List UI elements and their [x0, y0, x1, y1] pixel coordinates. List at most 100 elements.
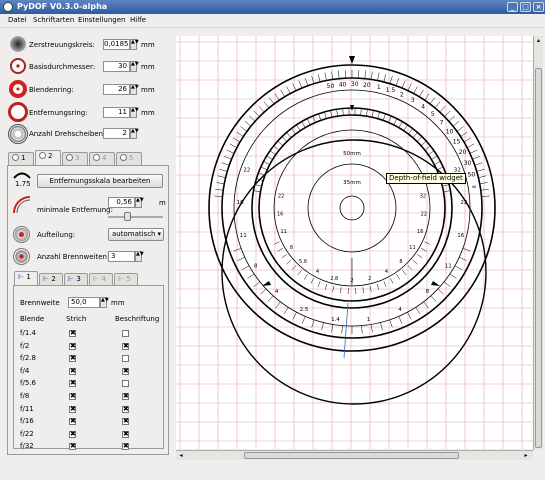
scale-tick — [292, 83, 297, 91]
focal-ring-label: 50mm — [343, 151, 361, 157]
scale-tick — [273, 145, 280, 151]
scale-tick — [286, 86, 291, 94]
min-distance-spinner[interactable]: ▲▼ — [135, 197, 144, 208]
aperture-label: f/5.6 — [20, 379, 36, 388]
scale-tick — [301, 121, 306, 128]
scale-tick — [217, 175, 226, 178]
aperture-scale-label: 22 — [243, 168, 250, 174]
dof-dial: 50 40 30 20 1 1.5234571015203050∞221611842.51… — [176, 36, 533, 449]
scale-tick — [281, 136, 288, 142]
dial-ring — [339, 195, 365, 221]
scale-tick — [434, 161, 441, 165]
reference-line — [343, 302, 349, 359]
close-button[interactable]: × — [533, 2, 544, 12]
brennweiten-input[interactable]: 3 — [108, 251, 135, 262]
menu-datei[interactable]: Datei — [8, 16, 27, 24]
beschriftung-checkbox[interactable] — [122, 380, 129, 388]
maximize-button[interactable]: □ — [520, 2, 531, 12]
entfernungsring-spinner[interactable]: ▲▼ — [130, 107, 139, 118]
drehscheiben-spinner[interactable]: ▲▼ — [130, 128, 139, 139]
min-distance-slider-handle[interactable] — [124, 212, 131, 221]
scale-tick — [266, 155, 273, 160]
horizontal-scrollbar[interactable]: ◂ ▸ — [176, 450, 533, 460]
strich-checkbox[interactable]: ✖ — [69, 430, 76, 438]
scale-tick — [407, 265, 413, 270]
entfernungsring-input[interactable]: 11 — [103, 107, 130, 118]
focal-tab-1[interactable]: ⊩ 1 — [14, 271, 38, 285]
disk-tab-5[interactable]: 5 — [116, 152, 142, 165]
strich-checkbox[interactable]: ✖ — [69, 330, 76, 337]
disk-tab-1[interactable]: 1 — [8, 152, 34, 165]
scale-tick — [214, 195, 223, 197]
strich-checkbox[interactable]: ✖ — [69, 393, 76, 400]
beschriftung-checkbox[interactable]: ✖ — [122, 443, 129, 451]
scale-tick — [253, 110, 260, 117]
beschriftung-checkbox[interactable]: ✖ — [122, 367, 129, 375]
vertical-scroll-thumb[interactable] — [535, 68, 542, 448]
distance-label: 30 — [351, 81, 359, 88]
disk-tab-3[interactable]: 3 — [62, 152, 88, 165]
strich-checkbox[interactable]: ✖ — [69, 355, 76, 363]
scale-tick — [419, 89, 424, 97]
strich-checkbox[interactable]: ✖ — [69, 367, 76, 375]
aperture-scale-label: 1.4 — [331, 317, 340, 323]
beschriftung-checkbox[interactable]: ✖ — [122, 418, 129, 426]
scale-tick — [233, 248, 242, 252]
beschriftung-checkbox[interactable]: ✖ — [122, 342, 129, 350]
brennweite-spinner[interactable]: ▲▼ — [100, 297, 109, 308]
aufteilung-select[interactable]: automatisch ▾ — [108, 228, 164, 241]
beschriftung-checkbox[interactable] — [122, 330, 129, 337]
division-icon — [13, 226, 30, 243]
zerstreuungskreis-spinner[interactable]: ▲▼ — [130, 39, 139, 50]
horizontal-scroll-thumb[interactable] — [244, 452, 459, 459]
blendenring-input[interactable]: 26 — [103, 84, 130, 95]
scale-tick — [439, 106, 446, 113]
aperture-label: f/4 — [20, 366, 30, 375]
menu-schriftarten[interactable]: Schriftarten — [33, 16, 74, 24]
drehscheiben-input[interactable]: 2 — [103, 128, 130, 139]
zerstreuungskreis-input[interactable]: 0,0185 — [103, 39, 130, 50]
distance-label: 10 — [446, 128, 454, 135]
aufteilung-label: Aufteilung: — [37, 231, 76, 239]
min-distance-input[interactable]: 0,56 — [108, 197, 135, 208]
strich-checkbox[interactable]: ✖ — [69, 380, 76, 388]
strich-checkbox[interactable]: ✖ — [69, 342, 76, 350]
strich-checkbox[interactable]: ✖ — [69, 418, 76, 426]
menu-einstellungen[interactable]: Einstellungen — [78, 16, 125, 24]
edit-distance-scale-button[interactable]: Entfernungsskala bearbeiten — [37, 174, 163, 188]
dof-canvas[interactable]: 50 40 30 20 1 1.5 2 3 4 5 7 10 15 20 30 50 ∞ 22 16 11 8 4 2.5 1… — [176, 36, 533, 449]
menu-bar: Datei Schriftarten Einstellungen Hilfe — [0, 14, 545, 28]
distance-label: 30 — [464, 160, 472, 167]
beschriftung-checkbox[interactable] — [122, 355, 129, 363]
inner-scale-label: 11 — [281, 229, 287, 235]
brennweiten-spinner[interactable]: ▲▼ — [135, 251, 144, 262]
vertical-scrollbar[interactable]: ▴ — [533, 36, 543, 450]
beschriftung-checkbox[interactable]: ✖ — [122, 393, 129, 400]
scale-tick — [226, 149, 235, 154]
menu-hilfe[interactable]: Hilfe — [130, 16, 146, 24]
disk-tab-4[interactable]: 4 — [89, 152, 115, 165]
index-marker — [349, 56, 355, 64]
unit-label: mm — [141, 41, 155, 49]
brennweite-input[interactable]: 50,0 — [68, 297, 100, 308]
inner-scale-label: 16 — [417, 229, 423, 235]
beschriftung-checkbox[interactable]: ✖ — [122, 405, 129, 413]
disk-panel: 1.75 Entfernungsskala bearbeiten minimal… — [7, 165, 169, 455]
blendenring-spinner[interactable]: ▲▼ — [130, 84, 139, 95]
inner-scale-label: 8 — [290, 245, 293, 251]
scale-tick — [219, 168, 228, 172]
basisdurchmesser-spinner[interactable]: ▲▼ — [130, 61, 139, 72]
disk-tab-2[interactable]: 2 — [35, 150, 61, 165]
scale-tick — [380, 322, 383, 331]
scale-tick — [364, 70, 366, 79]
beschriftung-checkbox[interactable]: ✖ — [122, 430, 129, 438]
scale-tick — [253, 190, 261, 193]
strich-checkbox[interactable]: ✖ — [69, 443, 76, 451]
entfernungsring-label: Entfernungsring: — [29, 109, 88, 117]
min-distance-slider-track — [108, 216, 163, 218]
scale-tick — [296, 124, 301, 131]
minimize-button[interactable]: _ — [507, 2, 518, 12]
basisdurchmesser-input[interactable]: 30 — [103, 61, 130, 72]
strich-checkbox[interactable]: ✖ — [69, 405, 76, 413]
scale-tick — [401, 80, 406, 89]
